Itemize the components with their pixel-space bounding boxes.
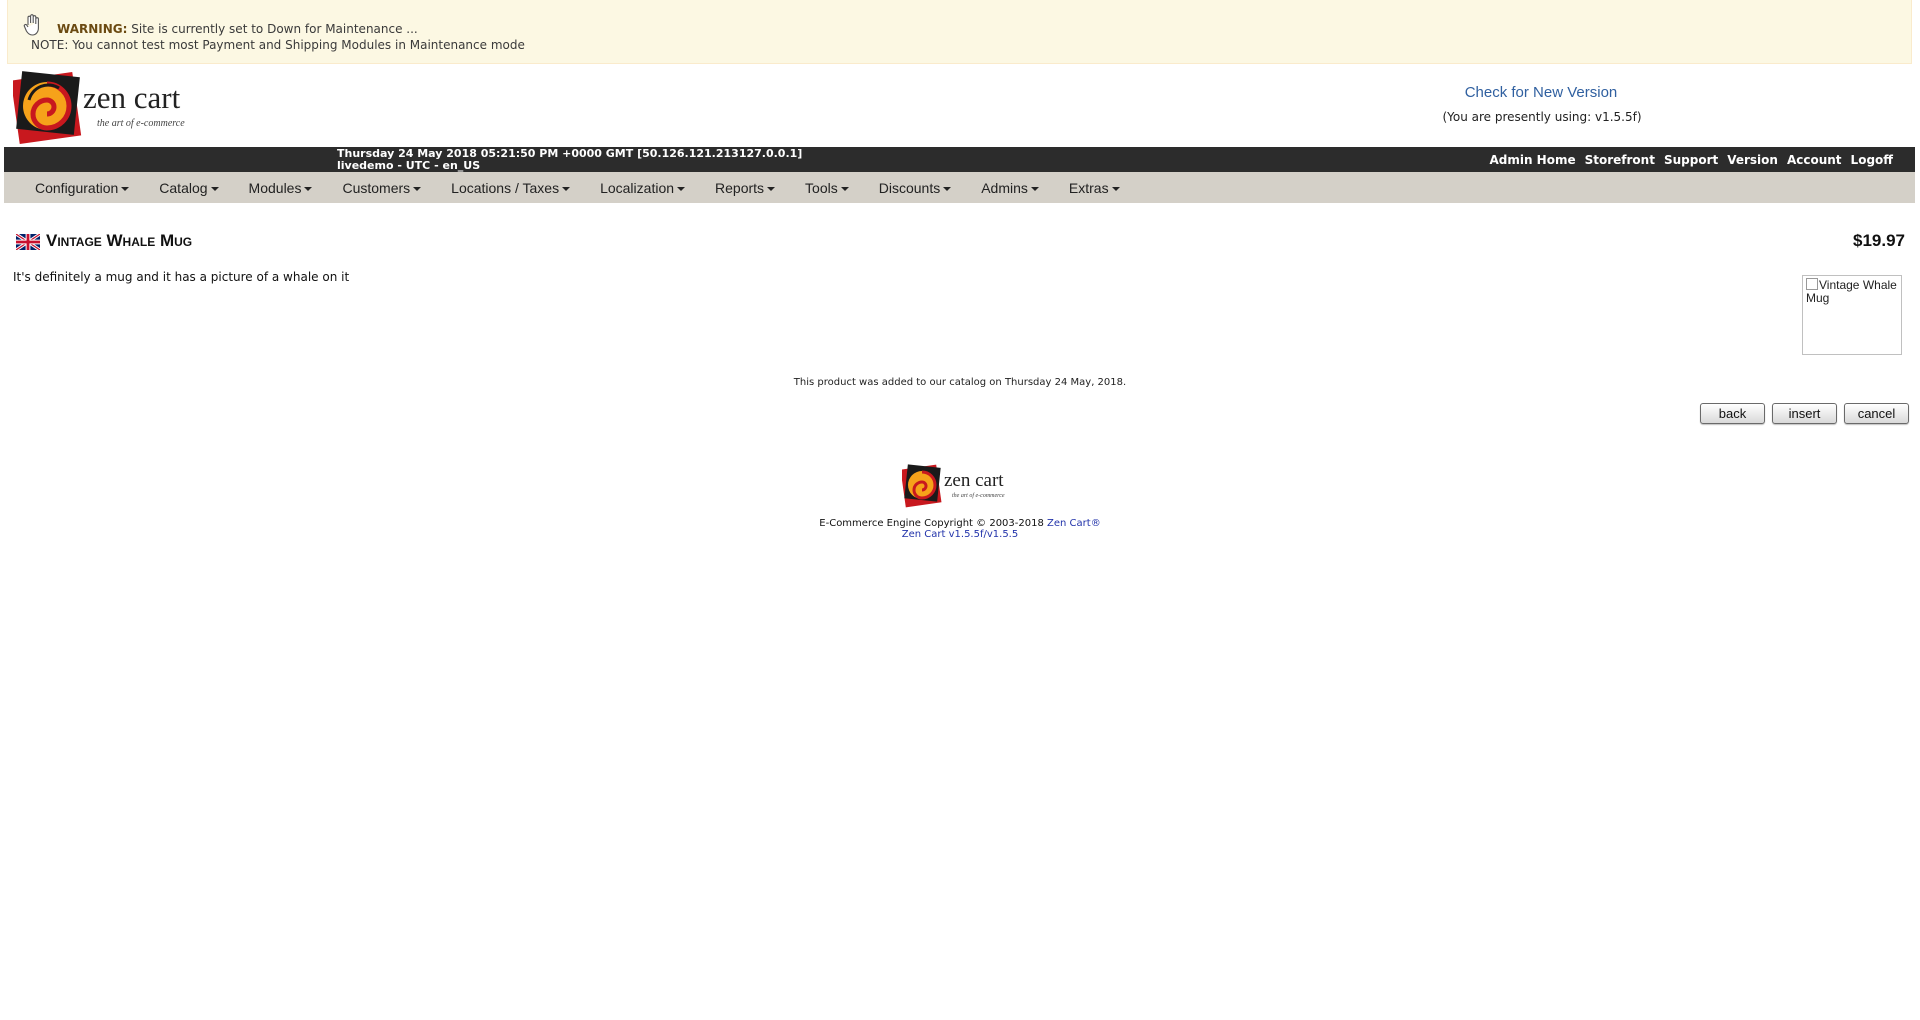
check-new-version-link[interactable]: Check for New Version	[1461, 84, 1621, 101]
menu-locations-taxes[interactable]: Locations / Taxes	[436, 180, 585, 196]
chevron-down-icon	[943, 186, 952, 191]
chevron-down-icon	[562, 186, 571, 191]
chevron-down-icon	[1030, 186, 1039, 191]
footer-version-link[interactable]: Zen Cart v1.5.5f/v1.5.5	[0, 529, 1920, 540]
menu-configuration[interactable]: Configuration	[4, 180, 144, 196]
chevron-down-icon	[121, 186, 130, 191]
uk-flag-icon	[16, 234, 40, 250]
date-added-text: This product was added to our catalog on…	[793, 377, 1127, 388]
svg-text:the art of e-commerce: the art of e-commerce	[952, 492, 1005, 499]
product-name: Vintage Whale Mug	[46, 231, 193, 250]
support-link[interactable]: Support	[1664, 153, 1718, 167]
account-link[interactable]: Account	[1787, 153, 1842, 167]
svg-text:zen cart: zen cart	[944, 470, 1004, 491]
admin-links: Admin Home Storefront Support Version Ac…	[1489, 153, 1893, 167]
admin-home-link[interactable]: Admin Home	[1489, 153, 1575, 167]
current-version-text: (You are presently using: v1.5.5f)	[1442, 110, 1642, 124]
chevron-down-icon	[210, 186, 219, 191]
product-image-broken: Vintage Whale Mug	[1802, 275, 1902, 355]
menu-discounts[interactable]: Discounts	[864, 180, 966, 196]
warning-message: Site is currently set to Down for Mainte…	[131, 22, 418, 36]
menu-customers[interactable]: Customers	[327, 180, 436, 196]
zen-cart-logo[interactable]: zen cart the art of e-commerce	[13, 70, 213, 145]
chevron-down-icon	[304, 186, 313, 191]
warning-note: NOTE: You cannot test most Payment and S…	[31, 38, 525, 52]
admin-status-bar: Thursday 24 May 2018 05:21:50 PM +0000 G…	[4, 147, 1915, 172]
warning-line: WARNING: Site is currently set to Down f…	[57, 22, 418, 36]
broken-image-icon	[1806, 278, 1818, 290]
menu-reports[interactable]: Reports	[700, 180, 790, 196]
chevron-down-icon	[413, 186, 422, 191]
hand-stop-icon	[23, 14, 39, 36]
footer-zen-cart-logo[interactable]: zen cart the art of e-commerce	[902, 463, 1022, 508]
menu-modules[interactable]: Modules	[234, 180, 328, 196]
version-link[interactable]: Version	[1727, 153, 1778, 167]
server-locale: livedemo - UTC - en_US	[337, 159, 481, 172]
insert-button[interactable]: insert	[1772, 403, 1837, 424]
back-button[interactable]: back	[1700, 403, 1765, 424]
menu-catalog[interactable]: Catalog	[144, 180, 233, 196]
server-info: Thursday 24 May 2018 05:21:50 PM +0000 G…	[337, 148, 802, 172]
svg-text:the art of e-commerce: the art of e-commerce	[97, 118, 185, 129]
warning-label: WARNING:	[57, 22, 128, 36]
menu-extras[interactable]: Extras	[1054, 180, 1135, 196]
menu-admins[interactable]: Admins	[966, 180, 1054, 196]
zen-cart-link[interactable]: Zen Cart®	[1047, 518, 1101, 529]
chevron-down-icon	[840, 186, 849, 191]
product-price: $19.97	[1853, 231, 1905, 250]
menu-tools[interactable]: Tools	[790, 180, 864, 196]
admin-main-menu: Configuration Catalog Modules Customers …	[4, 172, 1915, 203]
chevron-down-icon	[1111, 186, 1120, 191]
chevron-down-icon	[767, 186, 776, 191]
copyright-text: E-Commerce Engine Copyright © 2003-2018	[819, 518, 1044, 529]
cancel-button[interactable]: cancel	[1844, 403, 1909, 424]
svg-text:zen cart: zen cart	[83, 80, 181, 115]
logoff-link[interactable]: Logoff	[1851, 153, 1893, 167]
storefront-link[interactable]: Storefront	[1585, 153, 1655, 167]
chevron-down-icon	[677, 186, 686, 191]
product-description: It's definitely a mug and it has a pictu…	[13, 270, 350, 284]
product-image-alt: Vintage Whale Mug	[1806, 278, 1897, 305]
menu-localization[interactable]: Localization	[585, 180, 700, 196]
footer-copyright: E-Commerce Engine Copyright © 2003-2018 …	[0, 518, 1920, 529]
maintenance-warning-banner: WARNING: Site is currently set to Down f…	[7, 0, 1912, 64]
